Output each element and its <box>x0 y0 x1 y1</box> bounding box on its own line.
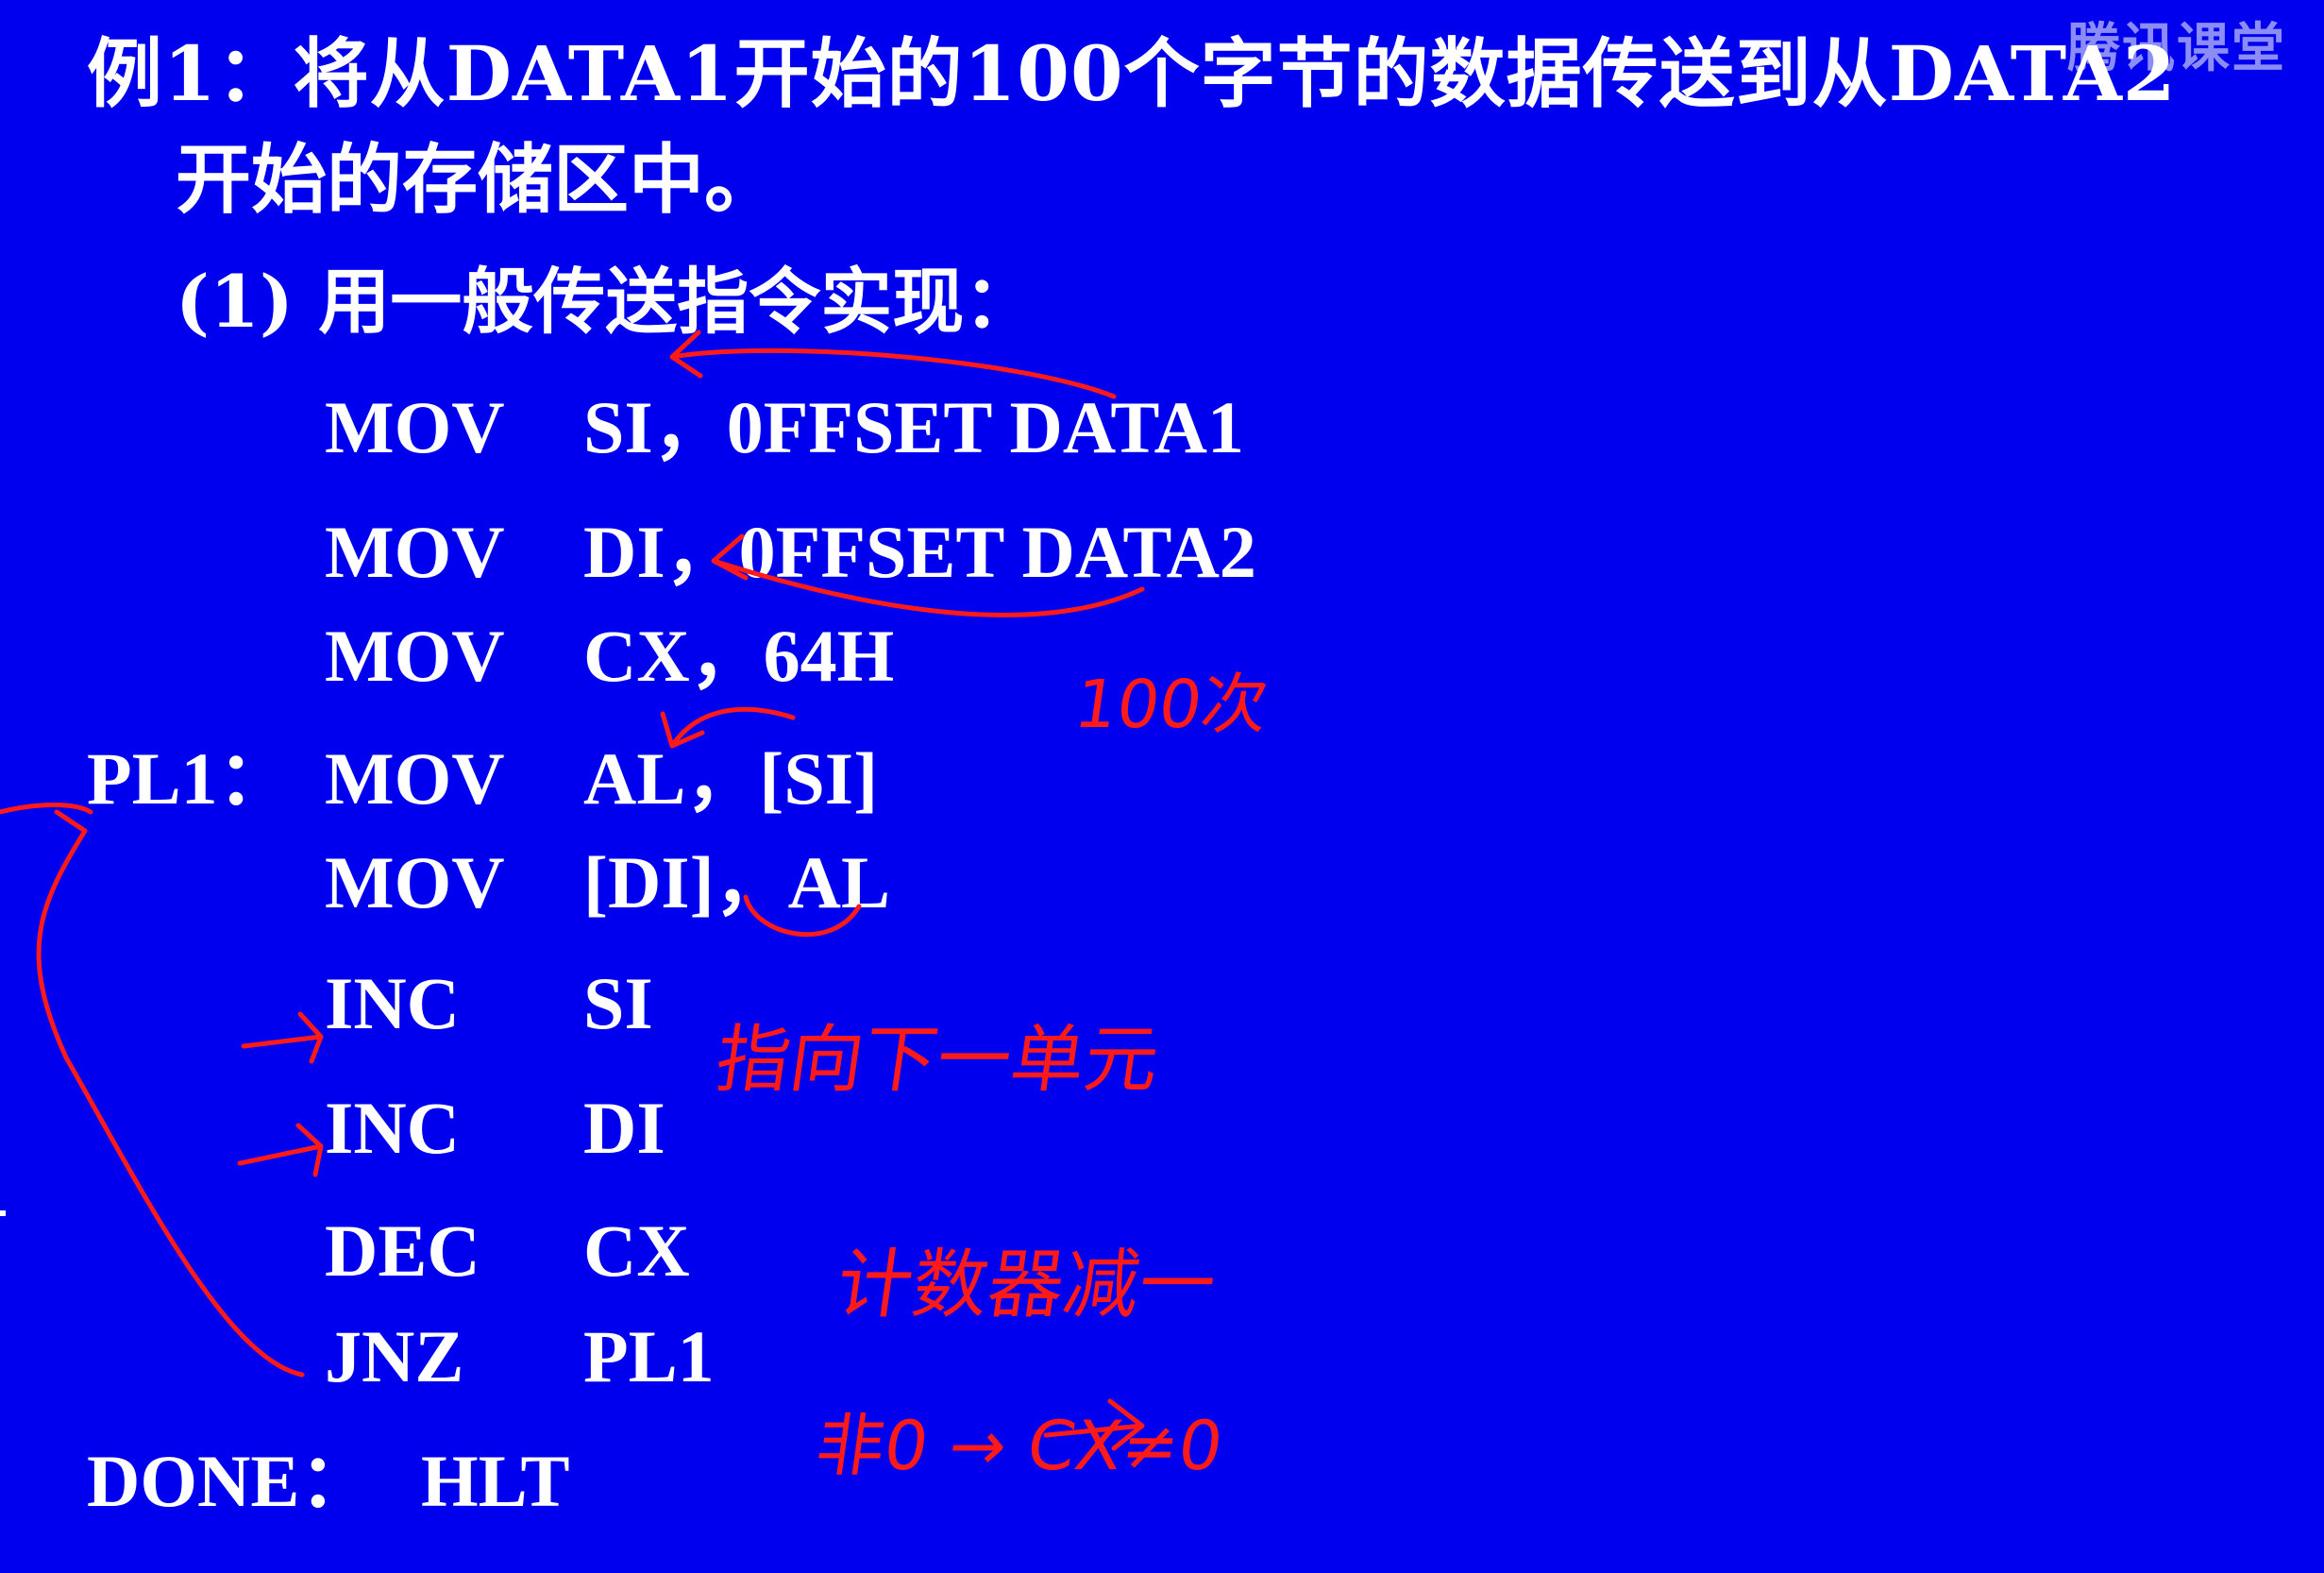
slide-title-line2: 开始的存储区中。 <box>176 135 780 224</box>
code-op: HLT <box>421 1440 570 1522</box>
code-label: DONE： <box>87 1440 374 1522</box>
slide: 腾讯课堂 例1：将从DATA1开始的100个字节的数据传送到从DATA2 开始的… <box>0 0 2324 1573</box>
code-label: PL1： <box>87 737 292 820</box>
code-arg: SI <box>583 962 653 1044</box>
ink-arrow-inc-di <box>237 1123 324 1177</box>
code-arg: PL1 <box>583 1315 715 1397</box>
code-op: INC <box>325 1087 461 1169</box>
code-op: MOV <box>325 386 505 468</box>
code-op: INC <box>325 962 461 1044</box>
code-op: MOV <box>325 615 505 697</box>
ink-loop-arrow <box>0 803 305 1378</box>
ink-note-nonzero: 非0 → CX≠0 <box>811 1406 1228 1485</box>
code-op: MOV <box>325 737 505 820</box>
code-arg: AL，[SI] <box>583 737 879 820</box>
slide-title-line1: 例1：将从DATA1开始的100个字节的数据传送到从DATA2 <box>87 29 2177 118</box>
slide-subtitle: (1) 用一般传送指令实现： <box>176 260 1036 344</box>
code-arg: DI，0FFSET DATA2 <box>583 511 1256 593</box>
code-arg: CX，64H <box>583 615 895 697</box>
ink-note-count: 100次 <box>1069 666 1273 743</box>
ink-note-pointer: 指向下一单元 <box>710 1018 1165 1103</box>
code-op: MOV <box>325 511 505 593</box>
code-op: JNZ <box>325 1315 464 1397</box>
code-arg: [DI]，AL <box>583 841 890 923</box>
edge-marker <box>0 1210 6 1216</box>
ink-arrow-inc-si <box>241 1011 324 1064</box>
code-op: MOV <box>325 841 505 923</box>
ink-note-counter: 计数器减一 <box>831 1241 1221 1328</box>
code-arg: CX <box>583 1209 690 1292</box>
code-op: DEC <box>325 1209 480 1292</box>
code-arg: SI，0FFSET DATA1 <box>583 386 1244 468</box>
code-arg: DI <box>583 1087 665 1169</box>
